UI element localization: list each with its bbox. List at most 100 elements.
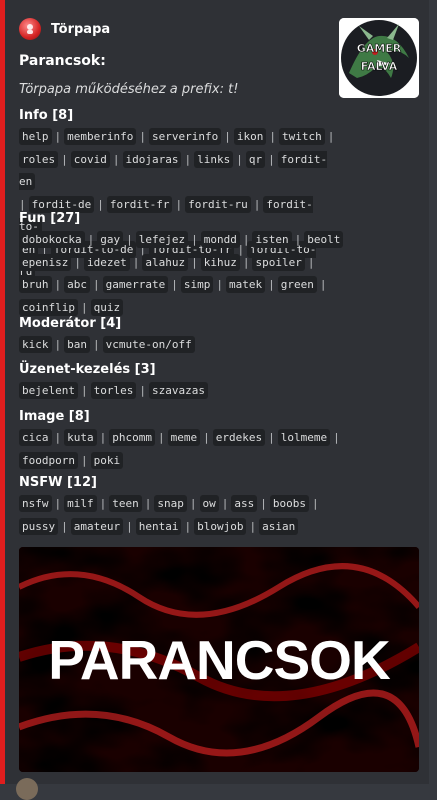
command-code: idezet xyxy=(83,253,130,271)
command-code: ban xyxy=(64,336,90,353)
command-code: beolt xyxy=(304,231,344,248)
embed-description: Törpapa működéséhez a prefix: t! xyxy=(19,82,239,97)
field-value: nsfw | milf | teen | snap | ow | ass | boobs | pussy | a… xyxy=(19,493,319,538)
smurf-avatar-icon[interactable] xyxy=(19,18,41,40)
separator: | xyxy=(171,278,178,291)
field-line: cica | kuta | phcomm | meme | erdekes | lolmeme | xyxy=(19,427,340,450)
command-code: simp xyxy=(180,276,214,293)
field-name: Fun [27] xyxy=(19,211,81,226)
command-code: coinflip xyxy=(19,298,78,316)
separator: | xyxy=(158,431,165,444)
separator: | xyxy=(307,255,315,269)
field-value: bejelent | torles | szavazas xyxy=(19,380,319,403)
separator: | xyxy=(203,431,210,444)
field-value: kick | ban | vcmute-on/off xyxy=(19,334,319,357)
command-code: poki xyxy=(90,451,124,469)
command-code: green xyxy=(277,276,317,293)
command-code: snap xyxy=(154,495,187,512)
separator: | xyxy=(249,519,257,533)
command-code: lefejez xyxy=(135,231,189,248)
command-code: isten xyxy=(252,231,292,248)
separator: | xyxy=(144,497,152,510)
thumbnail-text-2: FALVA xyxy=(361,60,398,73)
command-code: epenisz xyxy=(19,253,72,271)
separator: | xyxy=(54,278,62,291)
separator: | xyxy=(184,519,192,533)
separator: | xyxy=(139,384,146,397)
separator: | xyxy=(54,497,62,510)
separator: | xyxy=(268,278,275,291)
command-code: blowjob xyxy=(194,517,247,535)
separator: | xyxy=(253,197,261,211)
command-code: roles xyxy=(19,150,59,168)
command-code: szavazas xyxy=(148,382,208,399)
command-code: dobokocka xyxy=(19,231,85,248)
command-code: boobs xyxy=(269,495,309,512)
field-line: bejelent | torles | szavazas xyxy=(19,380,319,403)
command-code: spoiler xyxy=(252,253,305,271)
command-code: kuta xyxy=(64,429,97,446)
field-value: cica | kuta | phcomm | meme | erdekes | lolmeme | fo… xyxy=(19,427,340,473)
command-code: teen xyxy=(109,495,142,512)
command-code: lolmeme xyxy=(277,429,331,446)
separator: | xyxy=(126,233,133,246)
command-code: mondd xyxy=(200,231,240,248)
command-code: hentai xyxy=(135,517,182,535)
separator: | xyxy=(126,519,133,533)
separator: | xyxy=(268,431,275,444)
command-code: twitch xyxy=(278,128,325,145)
separator: | xyxy=(175,197,183,211)
separator: | xyxy=(319,278,327,291)
command-code: phcomm xyxy=(109,429,155,446)
embed-field: Moderátor [4] kick | ban | vcmute-on/off xyxy=(19,315,319,357)
command-code: abc xyxy=(64,276,90,293)
embed-field: Image [8] cica | kuta | phcomm | meme | erdekes | l… xyxy=(19,408,340,473)
field-line: epenisz | idezet | alahuz | kihuz | spoiler | xyxy=(19,252,319,275)
separator: | xyxy=(333,431,340,444)
field-line: bruh | abc | gamerrate | simp | matek | green | xyxy=(19,274,326,297)
command-code: ow xyxy=(199,495,219,512)
next-message-avatar[interactable] xyxy=(16,778,38,800)
separator: | xyxy=(268,152,275,166)
embed-author: Törpapa xyxy=(19,18,110,40)
embed-author-name[interactable]: Törpapa xyxy=(51,22,110,37)
command-code: milf xyxy=(64,495,97,512)
field-line: foodporn | poki xyxy=(19,450,319,473)
field-line: roles | covid | idojaras | links | qr | fordit-en xyxy=(19,149,328,194)
embed-field: Üzenet-kezelés [3] bejelent | torles | szavaz… xyxy=(19,361,319,403)
separator: | xyxy=(139,130,146,143)
separator: | xyxy=(132,255,140,269)
field-value: dobokocka | gay | lefejez | mondd | isten | beolt e… xyxy=(19,229,344,319)
separator: | xyxy=(191,255,198,269)
separator: | xyxy=(54,431,62,444)
separator: | xyxy=(97,197,104,211)
separator: | xyxy=(112,152,120,166)
embed-field: NSFW [12] nsfw | milf | teen | snap | ow | ass | boob… xyxy=(19,474,319,538)
separator: | xyxy=(99,497,107,510)
banner-title: PARANCSOK xyxy=(48,628,390,691)
separator: | xyxy=(224,130,231,143)
separator: | xyxy=(93,278,100,291)
command-code: ass xyxy=(231,495,258,512)
command-code: qr xyxy=(245,150,266,168)
command-code: amateur xyxy=(70,517,124,535)
command-code: vcmute-on/off xyxy=(102,336,195,353)
parancsok-banner-image[interactable]: PARANCSOK xyxy=(19,547,419,772)
command-code: bruh xyxy=(19,276,52,293)
separator: | xyxy=(327,130,335,143)
embed-title: Parancsok: xyxy=(19,53,106,69)
gamer-falva-thumbnail[interactable]: GAMER FALVA xyxy=(339,18,419,98)
separator: | xyxy=(242,255,250,269)
separator: | xyxy=(80,300,88,314)
command-code: gamerrate xyxy=(102,276,169,293)
command-code: cica xyxy=(19,429,52,446)
field-line: kick | ban | vcmute-on/off xyxy=(19,334,319,357)
command-code: memberinfo xyxy=(64,128,137,145)
command-code: help xyxy=(19,128,52,145)
separator: | xyxy=(54,130,62,143)
field-line: pussy | amateur | hentai | blowjob | asian xyxy=(19,516,319,539)
field-name: Üzenet-kezelés [3] xyxy=(19,362,156,377)
separator: | xyxy=(260,497,267,510)
separator: | xyxy=(269,130,276,143)
command-code: nsfw xyxy=(19,495,52,512)
